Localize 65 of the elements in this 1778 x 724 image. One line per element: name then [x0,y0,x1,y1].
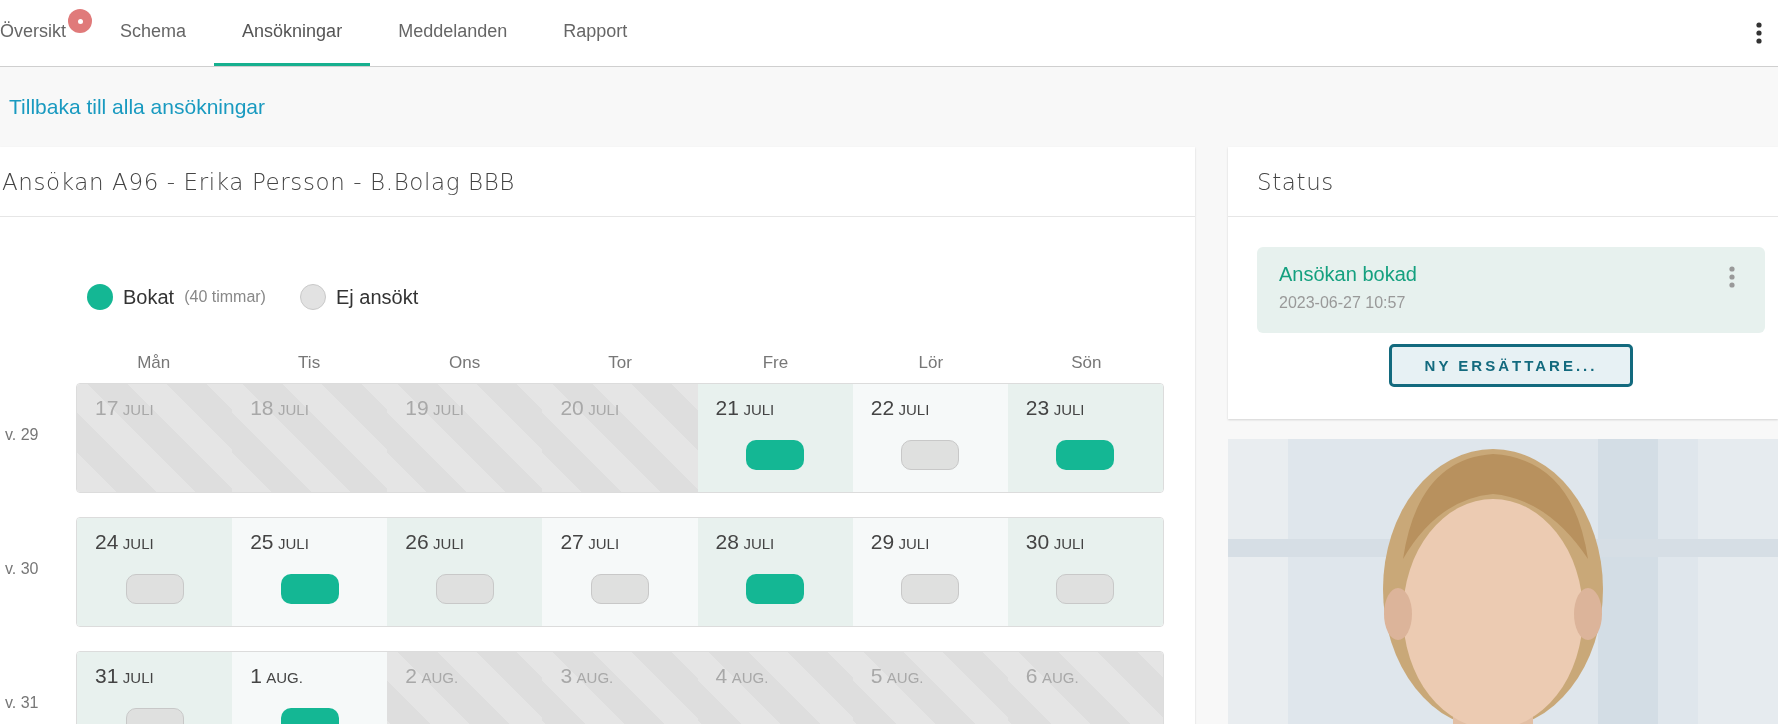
day-cell[interactable]: 29 JULI [852,518,1008,626]
week-label: v. 31 [5,694,39,712]
shift-pill[interactable] [1056,574,1115,604]
nav-tab[interactable]: Schema [92,0,215,66]
shift-pill[interactable] [746,440,805,470]
application-title: Ansökan A96 - Erika Persson - B.Bolag BBB [2,168,515,195]
new-substitute-button[interactable]: NY ERSÄTTARE... [1389,344,1633,387]
weekday-header: Tor [607,353,633,373]
day-cell[interactable]: 24 JULI [77,518,233,626]
legend-label: Bokat [123,285,175,309]
weekday-header: Sön [1070,353,1103,373]
nav-tab[interactable]: Översikt [0,0,92,66]
day-date: 30 JULI [1025,530,1086,554]
day-cell[interactable]: 22 JULI [852,384,1008,492]
legend-note: (40 timmar) [184,288,266,306]
day-date: 5 AUG. [870,664,925,688]
day-cell[interactable]: 28 JULI [697,518,853,626]
day-cell[interactable]: 31 JULI [77,652,233,724]
day-date: 1 AUG. [250,664,304,688]
week-label: v. 29 [5,426,39,444]
nav-tab[interactable]: Rapport [535,0,656,66]
weekday-header: Ons [447,353,482,373]
day-cell[interactable]: 25 JULI [232,518,388,626]
day-date: 2 AUG. [405,664,460,688]
day-date: 17 JULI [95,396,155,420]
day-date: 22 JULI [870,396,931,420]
event-title: Ansökan bokad [1279,263,1417,286]
weekday-header: Tis [297,353,322,373]
weekday-header: Fre [761,353,790,373]
legend-label: Ej ansökt [335,285,419,309]
day-cell[interactable]: 30 JULI [1007,518,1163,626]
shift-pill[interactable] [1056,440,1115,470]
event-time: 2023-06-27 10:57 [1279,294,1407,312]
day-date: 3 AUG. [560,664,615,688]
shift-pill[interactable] [125,574,184,604]
day-date: 21 JULI [715,396,776,420]
day-date: 25 JULI [250,530,310,554]
day-cell[interactable]: 27 JULI [542,518,698,626]
day-cell[interactable]: 23 JULI [1007,384,1163,492]
nav-tab[interactable]: Meddelanden [370,0,536,66]
shift-pill[interactable] [746,574,805,604]
nav-tab[interactable]: Ansökningar [214,0,371,66]
weekday-header: Lör [917,353,945,373]
day-date: 31 JULI [95,664,155,688]
day-date: 23 JULI [1025,396,1086,420]
weekday-header: Mån [136,353,172,373]
day-date: 27 JULI [560,530,621,554]
shift-pill[interactable] [901,574,960,604]
back-link[interactable]: Tillbaka till alla ansökningar [9,95,266,119]
day-cell[interactable]: 26 JULI [387,518,543,626]
status-title: Status [1257,168,1334,195]
week-label: v. 30 [5,560,39,578]
shift-pill[interactable] [901,440,960,470]
day-cell[interactable]: 21 JULI [697,384,853,492]
shift-pill[interactable] [591,574,649,604]
day-date: 24 JULI [95,530,155,554]
day-date: 6 AUG. [1025,664,1080,688]
shift-pill[interactable] [435,574,494,604]
day-date: 28 JULI [715,530,776,554]
day-date: 29 JULI [870,530,931,554]
day-cell[interactable]: 1 AUG. [232,652,388,724]
day-date: 4 AUG. [715,664,770,688]
shift-pill[interactable] [280,574,339,604]
day-date: 26 JULI [405,530,465,554]
more-menu-icon[interactable] [1756,22,1762,44]
